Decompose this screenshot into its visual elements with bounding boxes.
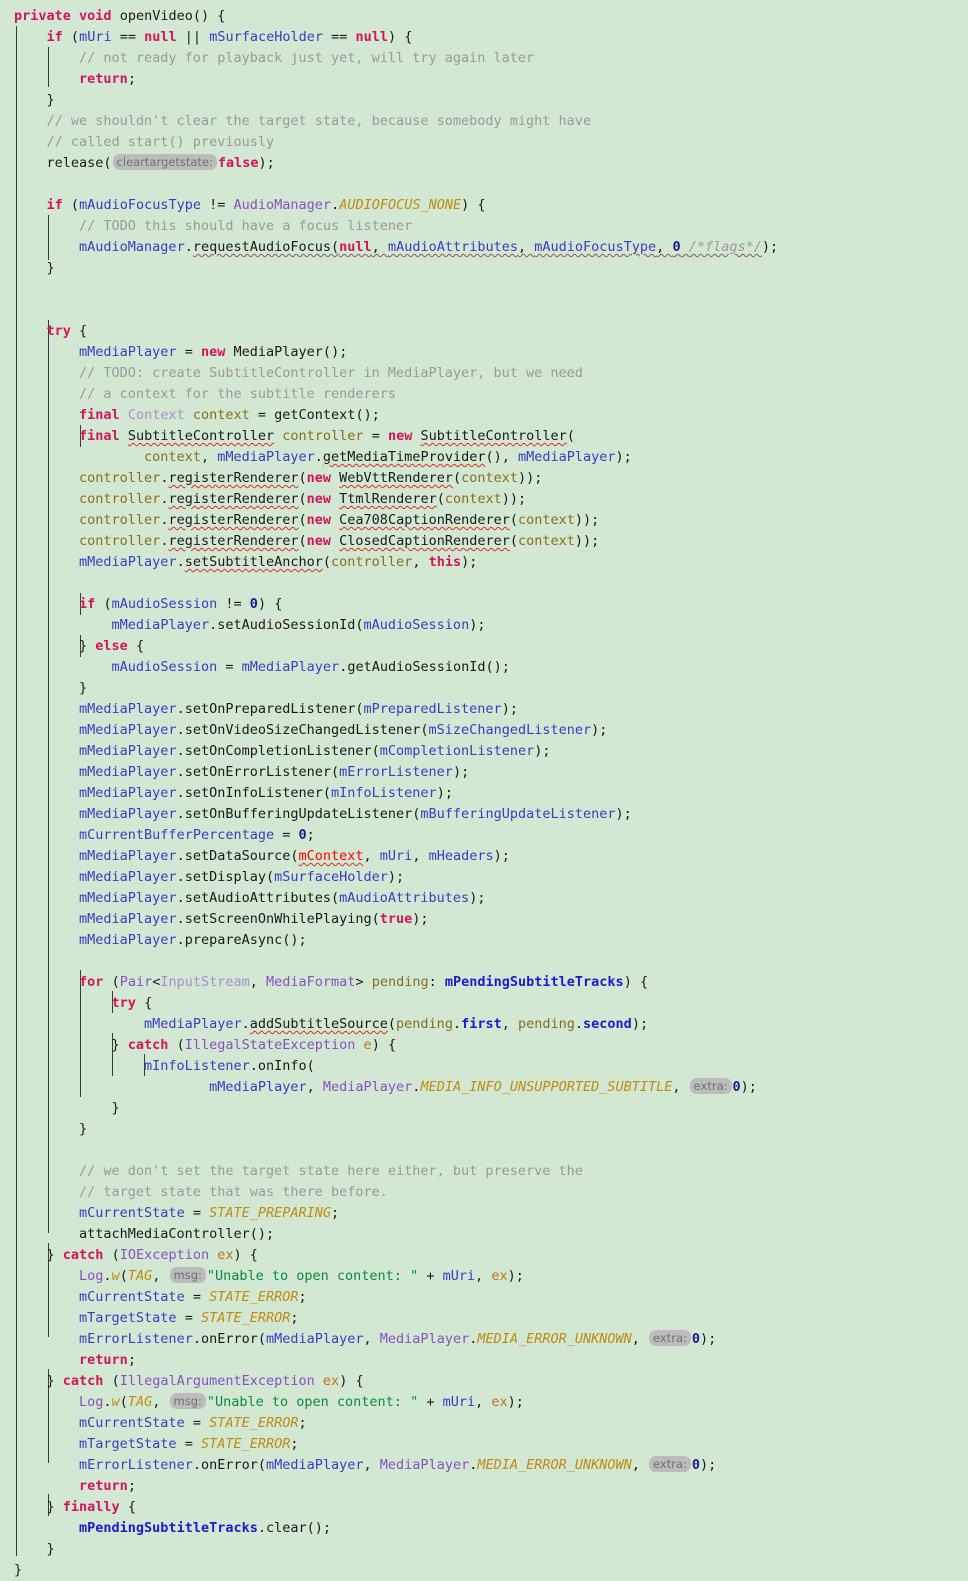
code-line[interactable]: mMediaPlayer.setDataSource(mContext, mUr… bbox=[0, 846, 968, 867]
code-line[interactable]: controller.registerRenderer(new Cea708Ca… bbox=[0, 510, 968, 531]
code-line[interactable]: mCurrentBufferPercentage = 0; bbox=[0, 825, 968, 846]
code-line[interactable]: // we don't set the target state here ei… bbox=[0, 1161, 968, 1182]
code-line[interactable]: mMediaPlayer.addSubtitleSource(pending.f… bbox=[0, 1014, 968, 1035]
code-line[interactable]: mMediaPlayer.setOnErrorListener(mErrorLi… bbox=[0, 762, 968, 783]
code-line[interactable]: mAudioManager.requestAudioFocus(null, mA… bbox=[0, 237, 968, 258]
code-line[interactable]: mMediaPlayer.setDisplay(mSurfaceHolder); bbox=[0, 867, 968, 888]
param-hint-extra: extra: bbox=[649, 1330, 691, 1346]
code-line[interactable] bbox=[0, 174, 968, 195]
code-line[interactable]: } bbox=[0, 678, 968, 699]
code-line[interactable]: if (mAudioSession != 0) { bbox=[0, 594, 968, 615]
param-hint-cleartargetstate: cleartargetstate: bbox=[112, 154, 217, 170]
code-line[interactable]: mMediaPlayer = new MediaPlayer(); bbox=[0, 342, 968, 363]
code-line[interactable]: Log.w(TAG, msg: "Unable to open content: … bbox=[0, 1392, 968, 1413]
code-line[interactable]: } bbox=[0, 1119, 968, 1140]
code-editor[interactable]: private void openVideo() { if (mUri == n… bbox=[0, 0, 968, 1578]
code-line[interactable]: mMediaPlayer.setAudioSessionId(mAudioSes… bbox=[0, 615, 968, 636]
code-line[interactable]: } catch (IOException ex) { bbox=[0, 1245, 968, 1266]
code-line[interactable]: mMediaPlayer.setOnInfoListener(mInfoList… bbox=[0, 783, 968, 804]
code-line[interactable]: private void openVideo() { bbox=[0, 6, 968, 27]
code-line[interactable]: } bbox=[0, 1539, 968, 1560]
code-line[interactable]: // TODO: create SubtitleController in Me… bbox=[0, 363, 968, 384]
code-line[interactable]: controller.registerRenderer(new TtmlRend… bbox=[0, 489, 968, 510]
code-line[interactable]: // not ready for playback just yet, will… bbox=[0, 48, 968, 69]
code-line[interactable]: } bbox=[0, 1560, 968, 1581]
code-line[interactable]: controller.registerRenderer(new ClosedCa… bbox=[0, 531, 968, 552]
code-line[interactable]: // a context for the subtitle renderers bbox=[0, 384, 968, 405]
code-line[interactable] bbox=[0, 300, 968, 321]
code-line[interactable]: for (Pair<InputStream, MediaFormat> pend… bbox=[0, 972, 968, 993]
code-line[interactable]: mMediaPlayer.setScreenOnWhilePlaying(tru… bbox=[0, 909, 968, 930]
param-hint-msg: msg: bbox=[169, 1267, 206, 1283]
code-line[interactable]: if (mAudioFocusType != AudioManager.AUDI… bbox=[0, 195, 968, 216]
param-hint-extra: extra: bbox=[649, 1456, 691, 1472]
code-content[interactable]: private void openVideo() { if (mUri == n… bbox=[0, 6, 968, 1581]
code-line[interactable]: // target state that was there before. bbox=[0, 1182, 968, 1203]
code-line[interactable] bbox=[0, 573, 968, 594]
code-line[interactable]: } finally { bbox=[0, 1497, 968, 1518]
code-line[interactable]: mMediaPlayer.setOnPreparedListener(mPrep… bbox=[0, 699, 968, 720]
code-line[interactable] bbox=[0, 951, 968, 972]
code-line[interactable]: return; bbox=[0, 69, 968, 90]
code-line[interactable]: } catch (IllegalStateException e) { bbox=[0, 1035, 968, 1056]
code-line[interactable]: mMediaPlayer, MediaPlayer.MEDIA_INFO_UNS… bbox=[0, 1077, 968, 1098]
code-line[interactable]: attachMediaController(); bbox=[0, 1224, 968, 1245]
code-line[interactable]: // TODO this should have a focus listene… bbox=[0, 216, 968, 237]
code-line[interactable]: try { bbox=[0, 993, 968, 1014]
code-line[interactable]: mInfoListener.onInfo( bbox=[0, 1056, 968, 1077]
code-line[interactable]: // we shouldn't clear the target state, … bbox=[0, 111, 968, 132]
code-line[interactable]: controller.registerRenderer(new WebVttRe… bbox=[0, 468, 968, 489]
code-line[interactable]: } catch (IllegalArgumentException ex) { bbox=[0, 1371, 968, 1392]
code-line[interactable]: mCurrentState = STATE_ERROR; bbox=[0, 1413, 968, 1434]
code-line[interactable]: mPendingSubtitleTracks.clear(); bbox=[0, 1518, 968, 1539]
code-line[interactable]: mAudioSession = mMediaPlayer.getAudioSes… bbox=[0, 657, 968, 678]
code-line[interactable]: // called start() previously bbox=[0, 132, 968, 153]
code-line[interactable]: if (mUri == null || mSurfaceHolder == nu… bbox=[0, 27, 968, 48]
code-line[interactable]: Log.w(TAG, msg: "Unable to open content: … bbox=[0, 1266, 968, 1287]
code-line[interactable]: mErrorListener.onError(mMediaPlayer, Med… bbox=[0, 1329, 968, 1350]
code-line[interactable]: mMediaPlayer.setOnCompletionListener(mCo… bbox=[0, 741, 968, 762]
code-line[interactable]: } bbox=[0, 258, 968, 279]
code-line[interactable]: } bbox=[0, 90, 968, 111]
code-line[interactable]: mMediaPlayer.setOnVideoSizeChangedListen… bbox=[0, 720, 968, 741]
code-line[interactable]: mMediaPlayer.setSubtitleAnchor(controlle… bbox=[0, 552, 968, 573]
code-line[interactable]: } else { bbox=[0, 636, 968, 657]
param-hint-msg: msg: bbox=[169, 1393, 206, 1409]
code-line[interactable]: return; bbox=[0, 1350, 968, 1371]
code-line[interactable]: mMediaPlayer.prepareAsync(); bbox=[0, 930, 968, 951]
param-hint-extra: extra: bbox=[689, 1078, 732, 1094]
code-line[interactable]: mCurrentState = STATE_ERROR; bbox=[0, 1287, 968, 1308]
code-line[interactable]: mCurrentState = STATE_PREPARING; bbox=[0, 1203, 968, 1224]
code-line[interactable] bbox=[0, 279, 968, 300]
code-line[interactable] bbox=[0, 1140, 968, 1161]
code-line[interactable]: mMediaPlayer.setOnBufferingUpdateListene… bbox=[0, 804, 968, 825]
code-line[interactable]: final Context context = getContext(); bbox=[0, 405, 968, 426]
code-line[interactable]: return; bbox=[0, 1476, 968, 1497]
unresolved-symbol-mcontext[interactable]: mContext bbox=[299, 848, 364, 864]
code-line[interactable]: mErrorListener.onError(mMediaPlayer, Med… bbox=[0, 1455, 968, 1476]
code-line[interactable]: context, mMediaPlayer.getMediaTimeProvid… bbox=[0, 447, 968, 468]
code-line[interactable]: final SubtitleController controller = ne… bbox=[0, 426, 968, 447]
code-line[interactable]: mMediaPlayer.setAudioAttributes(mAudioAt… bbox=[0, 888, 968, 909]
code-line[interactable]: } bbox=[0, 1098, 968, 1119]
code-line[interactable]: release(cleartargetstate: false); bbox=[0, 153, 968, 174]
code-line[interactable]: mTargetState = STATE_ERROR; bbox=[0, 1308, 968, 1329]
code-line[interactable]: mTargetState = STATE_ERROR; bbox=[0, 1434, 968, 1455]
code-line[interactable]: try { bbox=[0, 321, 968, 342]
